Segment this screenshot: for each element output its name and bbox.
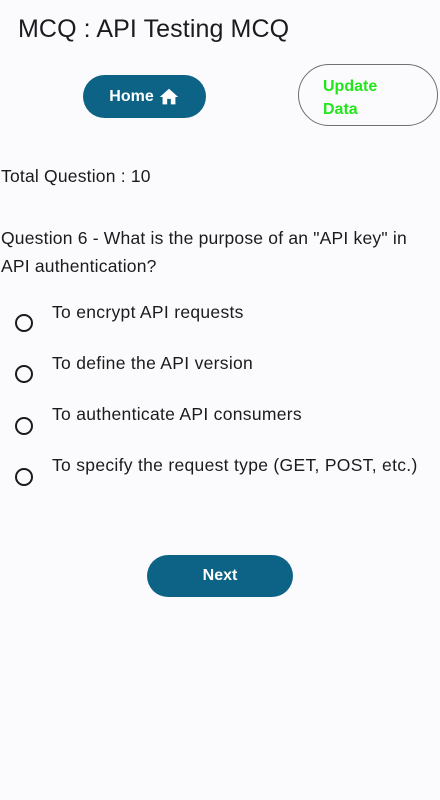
home-button-label: Home (109, 87, 154, 105)
home-button[interactable]: Home (83, 75, 206, 118)
answer-option-label: To specify the request type (GET, POST, … (52, 455, 418, 475)
update-data-label: Update Data (323, 78, 378, 118)
next-button-label: Next (202, 567, 238, 584)
update-data-button[interactable]: Update Data (298, 64, 438, 126)
page-title: MCQ : API Testing MCQ (18, 15, 290, 43)
total-question-count: Total Question : 10 (1, 166, 151, 186)
answer-option-label: To define the API version (52, 353, 254, 373)
radio-button[interactable] (15, 417, 33, 435)
next-button[interactable]: Next (147, 555, 293, 597)
radio-button[interactable] (15, 365, 33, 383)
answer-option-label: To encrypt API requests (52, 302, 244, 322)
home-icon (159, 88, 178, 104)
radio-button[interactable] (15, 468, 33, 486)
question-text: Question 6 - What is the purpose of an "… (1, 228, 407, 276)
answer-option-label: To authenticate API consumers (52, 404, 302, 424)
radio-button[interactable] (15, 314, 33, 332)
